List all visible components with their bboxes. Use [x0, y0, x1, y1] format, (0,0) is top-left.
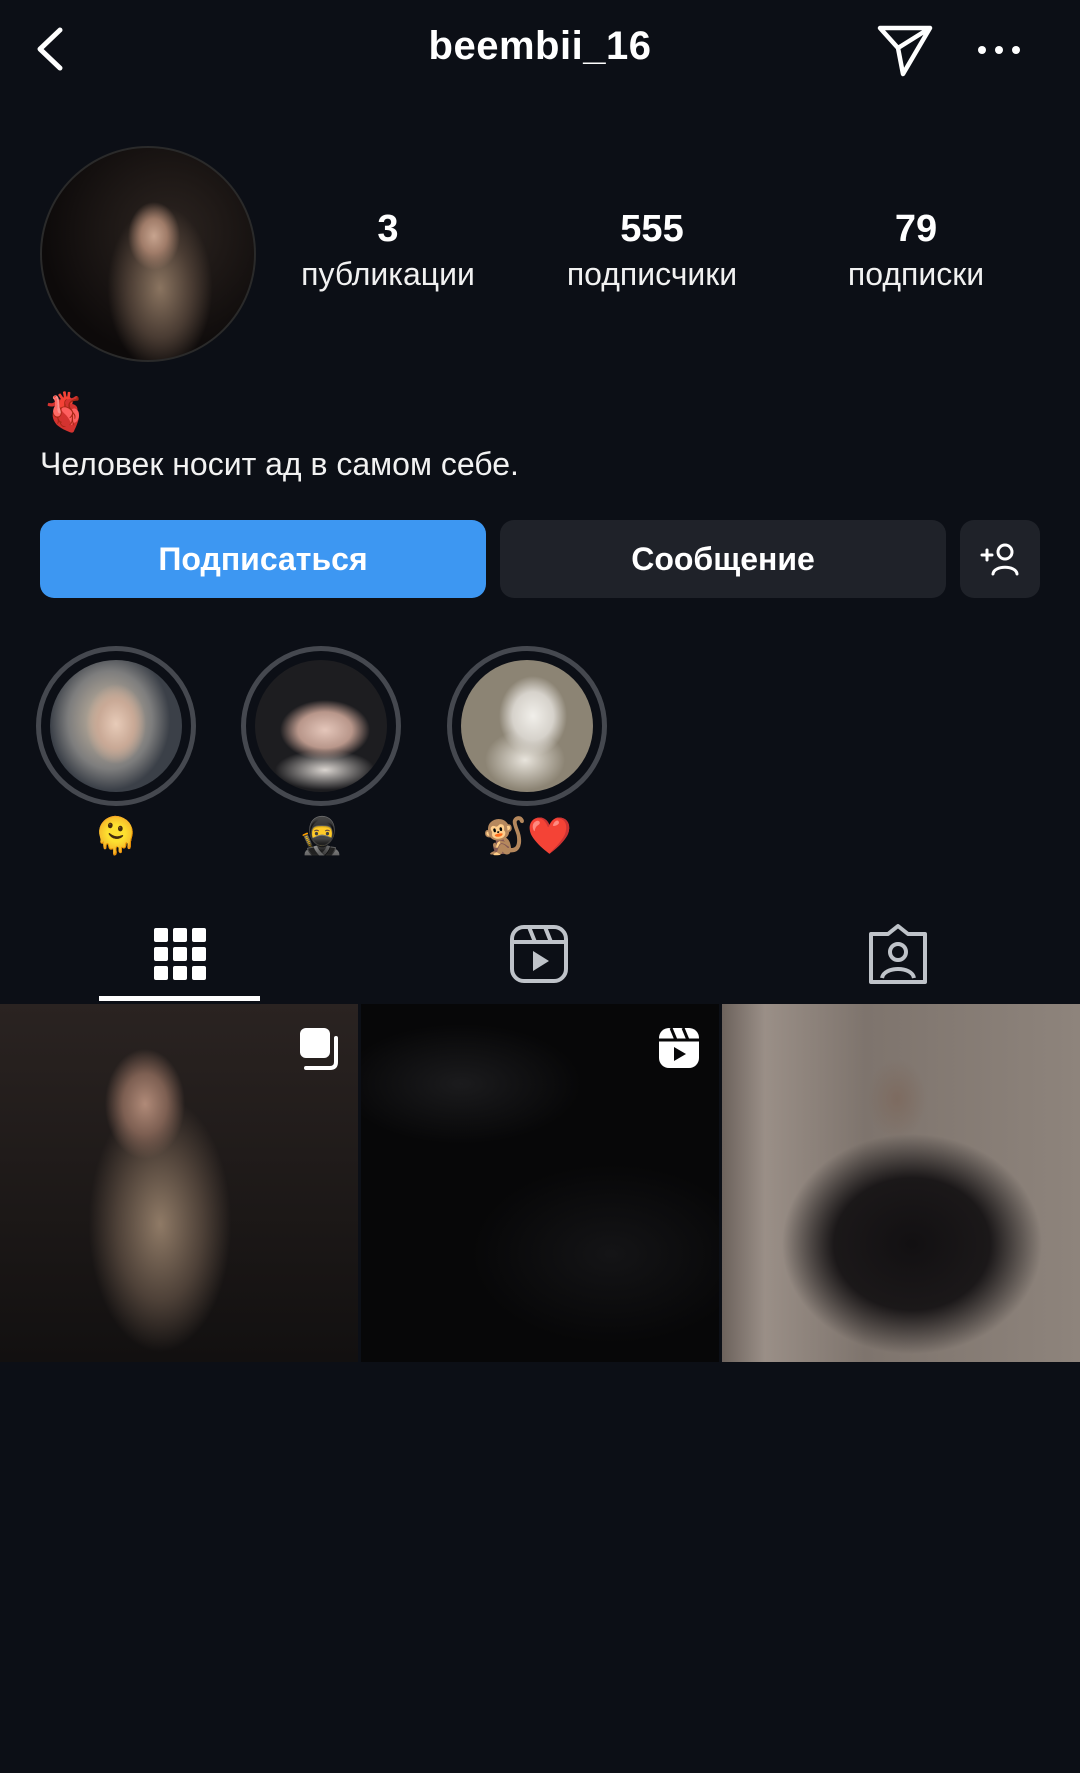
- highlight-3-caption: 🐒❤️: [482, 815, 572, 856]
- suggest-people-button[interactable]: [960, 520, 1040, 598]
- stat-following[interactable]: 79 подписки: [806, 206, 1026, 296]
- grid-icon[interactable]: [140, 914, 220, 994]
- send-icon[interactable]: [876, 22, 934, 78]
- highlight-1-image: [50, 660, 182, 792]
- bio-text: Человек носит ад в самом себе.: [40, 446, 519, 482]
- stat-followers-label: подписчики: [566, 256, 738, 292]
- bio-emoji: 🫀: [42, 392, 90, 434]
- stat-following-label: подписки: [847, 256, 985, 292]
- highlight-3-image: [461, 660, 593, 792]
- highlight-2-image: [255, 660, 387, 792]
- post-tile-3[interactable]: [722, 1004, 1080, 1362]
- profile-tabs: [0, 900, 1080, 1004]
- reels-icon[interactable]: [499, 914, 579, 994]
- stat-posts[interactable]: 3 публикации: [278, 206, 498, 296]
- post-tile-1[interactable]: [0, 1004, 358, 1362]
- highlight-1[interactable]: 🫠: [36, 646, 196, 858]
- stat-followers[interactable]: 555 подписчики: [542, 206, 762, 296]
- reel-badge-icon: [659, 1027, 699, 1068]
- highlight-1-caption: 🫠: [93, 815, 139, 856]
- post-tile-2[interactable]: [361, 1004, 719, 1362]
- highlight-2-ring: [241, 646, 401, 806]
- more-options-icon[interactable]: [976, 36, 1022, 64]
- stat-posts-label: публикации: [301, 256, 475, 292]
- highlight-1-ring: [36, 646, 196, 806]
- profile-avatar[interactable]: [40, 146, 256, 362]
- stat-posts-count: 3: [377, 208, 399, 250]
- highlight-2-caption: 🥷: [298, 815, 344, 856]
- highlight-3-ring: [447, 646, 607, 806]
- highlight-3[interactable]: 🐒❤️: [447, 646, 607, 858]
- top-bar: beembii_16: [0, 0, 1080, 100]
- stat-followers-count: 555: [620, 208, 684, 250]
- active-tab-indicator: [99, 996, 260, 1001]
- message-button[interactable]: Сообщение: [500, 520, 946, 598]
- tagged-icon[interactable]: [858, 914, 938, 994]
- carousel-icon: [300, 1028, 338, 1070]
- add-person-icon: [980, 543, 1019, 576]
- follow-button[interactable]: Подписаться: [40, 520, 486, 598]
- highlight-2[interactable]: 🥷: [241, 646, 401, 858]
- stat-following-count: 79: [894, 208, 938, 250]
